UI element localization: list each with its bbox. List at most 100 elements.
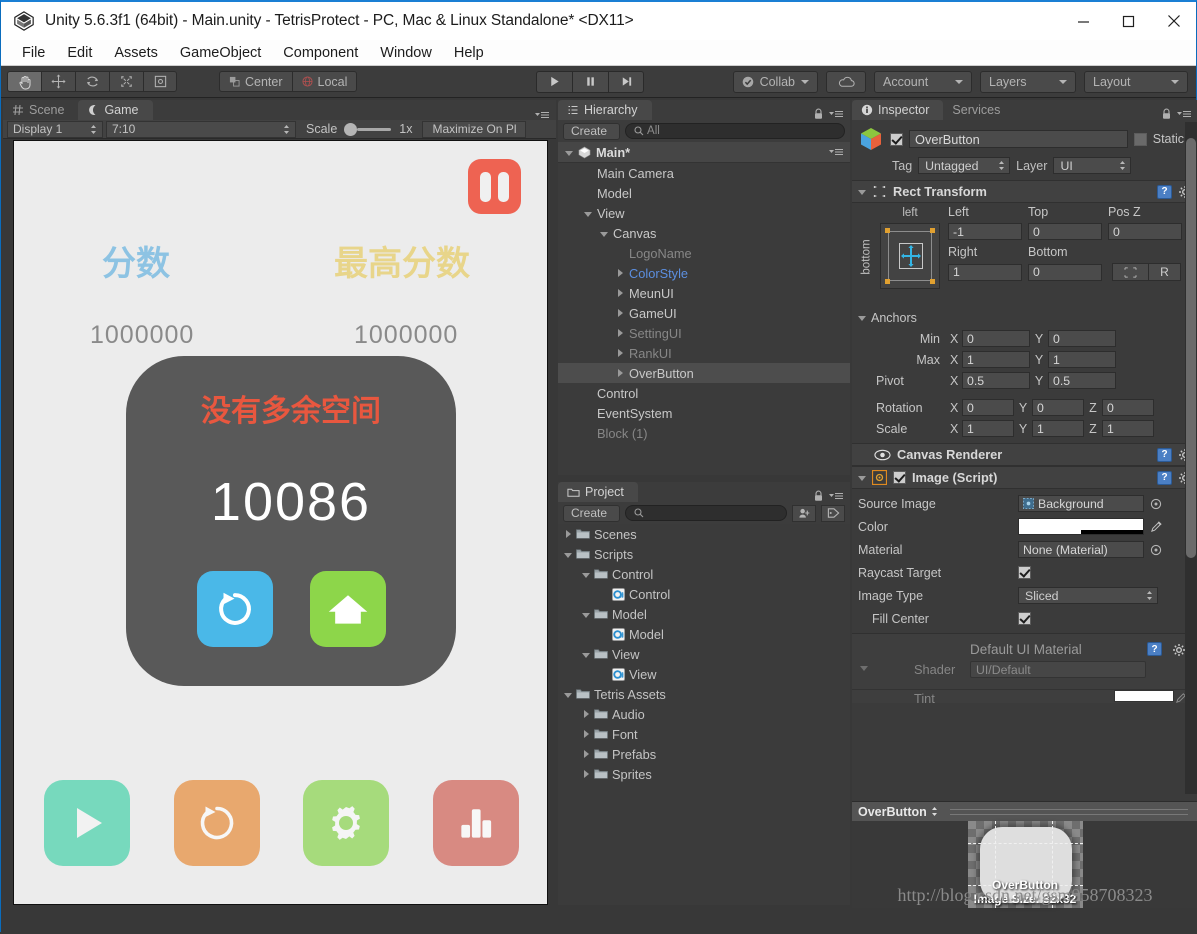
project-item-model[interactable]: Model bbox=[558, 624, 850, 644]
chevron-right-icon[interactable] bbox=[580, 770, 592, 778]
panel-menu-icon[interactable] bbox=[1176, 109, 1192, 119]
source-image-field[interactable]: Background bbox=[1018, 495, 1144, 512]
panel-menu-icon[interactable] bbox=[828, 491, 844, 501]
anchor-min-x-field[interactable]: 0 bbox=[962, 330, 1030, 347]
scene-menu-button[interactable] bbox=[828, 147, 844, 157]
project-item-scripts[interactable]: Scripts bbox=[558, 544, 850, 564]
image-enabled-checkbox[interactable] bbox=[893, 471, 906, 484]
project-item-sprites[interactable]: Sprites bbox=[558, 764, 850, 784]
anchor-max-x-field[interactable]: 1 bbox=[962, 351, 1030, 368]
chevron-right-icon[interactable] bbox=[614, 309, 626, 317]
home-button[interactable] bbox=[309, 571, 386, 647]
hierarchy-item-gameui[interactable]: GameUI bbox=[558, 303, 850, 323]
tab-game[interactable]: Game bbox=[78, 100, 153, 120]
layers-button[interactable]: Layers bbox=[980, 70, 1076, 93]
menu-window[interactable]: Window bbox=[369, 40, 443, 66]
project-item-model[interactable]: Model bbox=[558, 604, 850, 624]
anchor-max-y-field[interactable]: 1 bbox=[1048, 351, 1116, 368]
layer-dropdown[interactable]: UI bbox=[1053, 157, 1132, 174]
hierarchy-item-eventsystem[interactable]: EventSystem bbox=[558, 403, 850, 423]
gameobject-enabled-checkbox[interactable] bbox=[890, 132, 903, 146]
inspector-scrollbar[interactable] bbox=[1185, 122, 1197, 794]
lock-icon[interactable] bbox=[813, 490, 824, 502]
project-item-tetris-assets[interactable]: Tetris Assets bbox=[558, 684, 850, 704]
bottom-field[interactable]: 0 bbox=[1028, 263, 1102, 281]
scale-x-field[interactable]: 1 bbox=[962, 420, 1014, 437]
pause-button[interactable] bbox=[572, 70, 608, 93]
hierarchy-create-button[interactable]: Create bbox=[563, 122, 621, 140]
material-field[interactable]: None (Material) bbox=[1018, 541, 1144, 558]
chevron-down-icon[interactable] bbox=[860, 666, 868, 671]
cloud-button[interactable] bbox=[826, 70, 866, 93]
rect-tool-button[interactable] bbox=[143, 71, 177, 92]
project-item-scenes[interactable]: Scenes bbox=[558, 524, 850, 544]
menu-file[interactable]: File bbox=[11, 40, 56, 66]
chevron-right-icon[interactable] bbox=[614, 269, 626, 277]
chevron-down-icon[interactable] bbox=[858, 476, 866, 481]
game-view-menu-button[interactable] bbox=[534, 110, 556, 120]
gameobject-name-field[interactable]: OverButton bbox=[909, 130, 1128, 148]
left-field[interactable]: -1 bbox=[948, 223, 1022, 240]
chevron-right-icon[interactable] bbox=[580, 710, 592, 718]
right-field[interactable]: 1 bbox=[948, 263, 1022, 281]
step-button[interactable] bbox=[608, 70, 644, 93]
chevron-right-icon[interactable] bbox=[614, 349, 626, 357]
pivot-mode-button[interactable]: Center bbox=[219, 71, 292, 92]
anchors-header[interactable]: Anchors bbox=[858, 307, 1197, 328]
project-item-control[interactable]: Control bbox=[558, 564, 850, 584]
inspector-scroll-thumb[interactable] bbox=[1186, 138, 1196, 558]
object-picker-icon[interactable] bbox=[1150, 544, 1162, 556]
shader-dropdown[interactable]: UI/Default bbox=[970, 661, 1146, 678]
hierarchy-item-logoname[interactable]: LogoName bbox=[558, 243, 850, 263]
help-icon[interactable]: ? bbox=[1157, 447, 1172, 462]
tab-scene[interactable]: Scene bbox=[3, 100, 78, 120]
project-item-control[interactable]: Control bbox=[558, 584, 850, 604]
layout-button[interactable]: Layout bbox=[1084, 70, 1188, 93]
project-create-button[interactable]: Create bbox=[563, 504, 621, 522]
project-item-view[interactable]: View bbox=[558, 644, 850, 664]
color-swatch[interactable] bbox=[1018, 518, 1144, 535]
object-picker-icon[interactable] bbox=[1150, 498, 1162, 510]
hierarchy-item-view[interactable]: View bbox=[558, 203, 850, 223]
display-dropdown[interactable]: Display 1 bbox=[7, 120, 103, 138]
hierarchy-item-rankui[interactable]: RankUI bbox=[558, 343, 850, 363]
close-button[interactable] bbox=[1151, 2, 1196, 40]
pause-game-button[interactable] bbox=[468, 159, 521, 214]
chevron-down-icon[interactable] bbox=[598, 230, 610, 237]
preview-header[interactable]: OverButton bbox=[852, 801, 1197, 821]
play-button[interactable] bbox=[536, 70, 572, 93]
rotation-x-field[interactable]: 0 bbox=[962, 399, 1014, 416]
hierarchy-item-main-camera[interactable]: Main Camera bbox=[558, 163, 850, 183]
tab-services[interactable]: Services bbox=[943, 100, 1014, 120]
help-icon[interactable]: ? bbox=[1147, 642, 1162, 656]
menu-help[interactable]: Help bbox=[443, 40, 495, 66]
chevron-down-icon[interactable] bbox=[565, 150, 573, 156]
rotation-y-field[interactable]: 0 bbox=[1032, 399, 1084, 416]
project-item-audio[interactable]: Audio bbox=[558, 704, 850, 724]
pivot-y-field[interactable]: 0.5 bbox=[1048, 372, 1116, 389]
anchor-preset-widget[interactable] bbox=[880, 223, 940, 289]
chevron-down-icon[interactable] bbox=[580, 611, 592, 618]
help-icon[interactable]: ? bbox=[1157, 470, 1172, 485]
canvas-renderer-header[interactable]: Canvas Renderer ? bbox=[852, 443, 1197, 466]
scene-root-row[interactable]: Main* bbox=[558, 142, 850, 163]
hierarchy-item-colorstyle[interactable]: ColorStyle bbox=[558, 263, 850, 283]
posz-field[interactable]: 0 bbox=[1108, 223, 1182, 240]
menu-edit[interactable]: Edit bbox=[56, 40, 103, 66]
chevron-down-icon[interactable] bbox=[562, 691, 574, 698]
chevron-down-icon[interactable] bbox=[580, 651, 592, 658]
hierarchy-item-control[interactable]: Control bbox=[558, 383, 850, 403]
chevron-right-icon[interactable] bbox=[614, 369, 626, 377]
hierarchy-item-settingui[interactable]: SettingUI bbox=[558, 323, 850, 343]
raycast-target-checkbox[interactable] bbox=[1018, 566, 1031, 579]
menu-assets[interactable]: Assets bbox=[103, 40, 169, 66]
maximize-button[interactable] bbox=[1106, 2, 1151, 40]
rect-transform-header[interactable]: Rect Transform ? bbox=[852, 180, 1197, 203]
chevron-down-icon[interactable] bbox=[858, 190, 866, 195]
tab-project[interactable]: Project bbox=[558, 482, 638, 502]
scale-tool-button[interactable] bbox=[109, 71, 143, 92]
tint-swatch[interactable] bbox=[1114, 690, 1174, 702]
pivot-rotation-button[interactable]: Local bbox=[291, 71, 358, 92]
collab-button[interactable]: Collab bbox=[732, 70, 818, 93]
chevron-down-icon[interactable] bbox=[580, 571, 592, 578]
